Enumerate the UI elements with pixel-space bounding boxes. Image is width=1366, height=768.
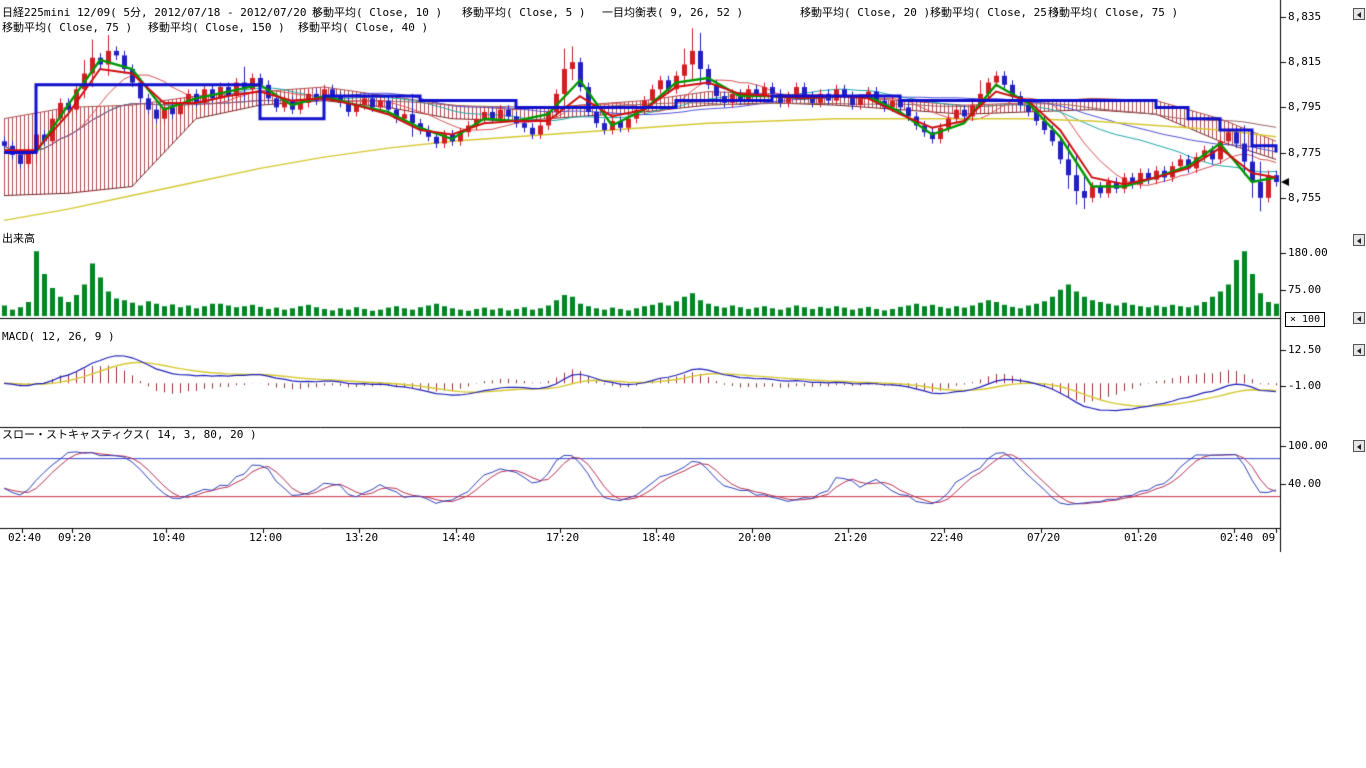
pane-scroll-button-stoch[interactable] xyxy=(1353,440,1365,452)
pane-scroll-button-volume[interactable] xyxy=(1353,234,1365,246)
price-chart-canvas[interactable] xyxy=(0,0,1366,560)
pane-scroll-button-divider[interactable] xyxy=(1353,312,1365,324)
pane-scroll-button-price[interactable] xyxy=(1353,8,1365,20)
volume-multiplier-badge: × 100 xyxy=(1285,312,1325,327)
pane-scroll-button-macd[interactable] xyxy=(1353,344,1365,356)
chart-application-window: 出来高 MACD( 12, 26, 9 ) スロー・ストキャスティクス( 14,… xyxy=(0,0,1366,768)
